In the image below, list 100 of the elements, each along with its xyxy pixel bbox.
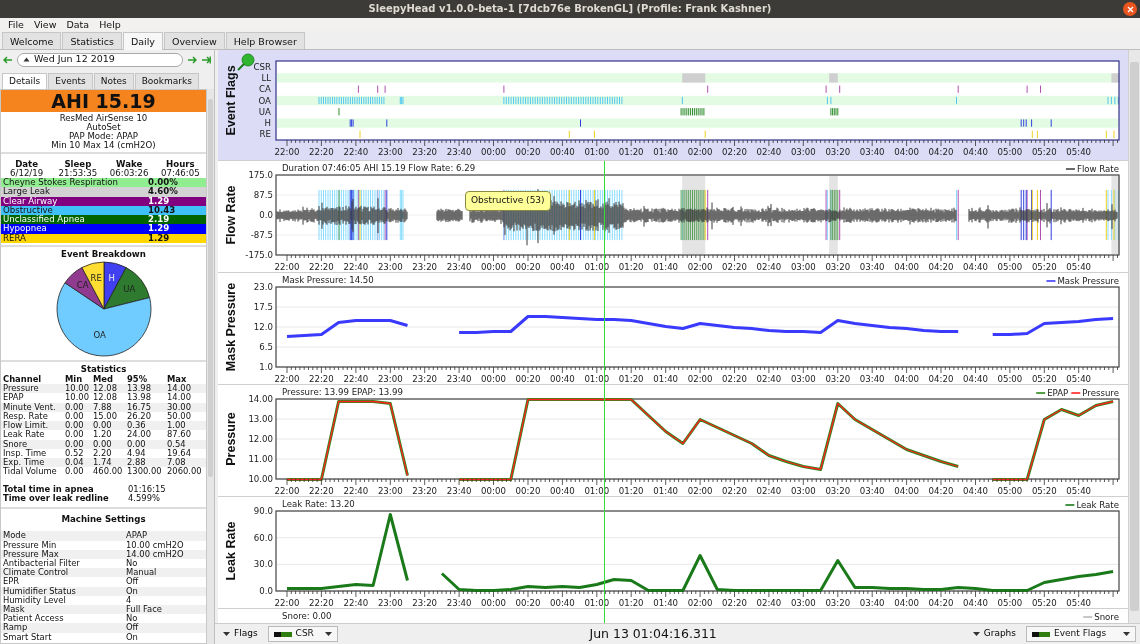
menu-item[interactable]: Data xyxy=(62,18,94,31)
table-cell-text: 16.75 xyxy=(127,402,152,412)
graph-select[interactable]: Event Flags xyxy=(1026,626,1136,642)
axis-label: 05:20 xyxy=(1031,598,1057,608)
menu-item[interactable]: Help xyxy=(95,18,125,31)
axis-label: 01:00 xyxy=(584,147,610,157)
setting-label: Climate Control xyxy=(3,568,70,578)
tab[interactable]: Welcome xyxy=(2,32,62,49)
table-cell-text: Snore xyxy=(3,439,29,449)
cursor-time: Jun 13 01:04:16.311 xyxy=(588,624,718,643)
axis-label: 00:40 xyxy=(550,374,575,384)
setting-label: Humidifier Status xyxy=(3,586,77,596)
axis-label: 01:20 xyxy=(618,147,644,157)
device-info: PAP Mode: APAP xyxy=(67,132,139,141)
table-cell-text: Flow Limit. xyxy=(3,421,50,431)
axis-label: 05:20 xyxy=(1031,374,1057,384)
close-button[interactable] xyxy=(1123,2,1137,16)
menu-item[interactable]: File xyxy=(4,18,28,31)
table-cell-text: 0.00 xyxy=(65,439,85,449)
axis-label: 22:20 xyxy=(309,262,334,272)
tab[interactable]: Details xyxy=(2,73,48,89)
axis-label: 01:20 xyxy=(618,374,644,384)
axis-label: 6.5 xyxy=(259,342,273,352)
tab[interactable]: Statistics xyxy=(62,32,122,49)
legend-label: Pressure xyxy=(1082,388,1119,398)
scrollbar-thumb[interactable] xyxy=(1130,62,1139,611)
setting-label: Smart Start xyxy=(3,632,53,642)
axis-label: 22:40 xyxy=(343,147,369,157)
axis-label: 23:00 xyxy=(377,486,403,496)
index-value: 10.43 xyxy=(148,205,177,215)
graph-title: Pressure xyxy=(224,412,238,466)
axis-label: 00:00 xyxy=(481,598,506,608)
axis-label: 23.0 xyxy=(253,282,273,292)
tab[interactable]: Notes xyxy=(93,73,134,89)
setting-label: Ramp xyxy=(3,623,29,633)
axis-label: 30.0 xyxy=(253,559,273,570)
row-label: LL xyxy=(261,72,271,83)
scrollbar[interactable] xyxy=(207,89,214,644)
axis-label: 23:20 xyxy=(412,262,438,272)
index-label: Cheyne Stokes Respiration xyxy=(3,178,118,188)
table-cell-text: 24.00 xyxy=(127,430,152,440)
tab[interactable]: Events xyxy=(48,73,93,89)
slice-label: CA xyxy=(76,280,88,291)
setting-value: No xyxy=(126,614,138,624)
setting-label: Antibacterial Filter xyxy=(3,558,81,568)
axis-label: 04:20 xyxy=(928,147,954,157)
scrollbar[interactable] xyxy=(1128,50,1140,623)
last-day-icon xyxy=(201,55,211,64)
index-label: Unclassified Apnea xyxy=(3,215,85,225)
legend-label: Snore xyxy=(1094,612,1119,622)
axis-label: 10.00 xyxy=(248,474,273,484)
tab[interactable]: Overview xyxy=(163,32,225,49)
axis-label: 02:40 xyxy=(756,262,782,272)
total-value: 01:16:15 xyxy=(128,485,166,495)
axis-label: 22:00 xyxy=(274,262,300,272)
axis-label: 87.5 xyxy=(253,190,273,200)
axis-label: 12.0 xyxy=(253,322,273,332)
tab[interactable]: Help Browser xyxy=(225,32,305,49)
column-header: Sleep xyxy=(64,160,92,169)
axis-label: 23:40 xyxy=(446,147,472,157)
graph-readout: Mask Pressure: 14.50 xyxy=(282,275,374,285)
axis-label: 04:40 xyxy=(963,486,988,496)
column-header: Min xyxy=(65,375,83,385)
table-cell-text: Leak Rate xyxy=(3,430,46,440)
axis-label: 05:20 xyxy=(1031,262,1057,272)
total-label: Time over leak redline xyxy=(3,494,110,504)
row-label: H xyxy=(264,118,271,129)
flags-button[interactable]: Flags xyxy=(219,626,262,642)
graphs-button[interactable]: Graphs xyxy=(968,626,1020,642)
graph-title: Event Flags xyxy=(224,65,238,136)
slice-label: H xyxy=(108,273,115,284)
table-cell-text: 10.00 xyxy=(65,384,90,394)
graph-readout: Duration 07:46:05 AHI 15.19 Flow Rate: 6.29 xyxy=(282,163,476,173)
flag-select[interactable]: CSR xyxy=(267,626,338,642)
graph-readout: Leak Rate: 13.20 xyxy=(282,499,355,509)
table-cell-text: Tidal Volume xyxy=(3,467,58,477)
scrollbar-thumb[interactable] xyxy=(208,99,213,477)
graph-title: Mask Pressure xyxy=(224,282,238,372)
setting-label: Mask xyxy=(3,604,25,614)
table-cell-text: 6/12/19 xyxy=(9,169,45,178)
tab[interactable]: Bookmarks xyxy=(134,73,199,89)
axis-label: 03:40 xyxy=(859,374,885,384)
axis-label: 00:00 xyxy=(481,147,506,157)
index-label: Obstructive xyxy=(3,205,53,215)
graph-title: Flow Rate xyxy=(224,185,238,245)
axis-label: 22:40 xyxy=(343,374,369,384)
section-title: Machine Settings xyxy=(60,514,147,526)
axis-label: 0.0 xyxy=(259,586,273,596)
ahi-banner: AHI 15.19 xyxy=(1,90,206,112)
index-value: 0.00% xyxy=(148,178,179,187)
axis-label: 05:20 xyxy=(1031,486,1057,496)
table-cell-text: 30.00 xyxy=(167,402,192,412)
date-field[interactable]: Wed Jun 12 2019 xyxy=(17,52,183,67)
axis-label: 01:40 xyxy=(653,262,679,272)
setting-label: Mode xyxy=(3,531,27,541)
axis-label: 05:00 xyxy=(997,262,1023,272)
axis-label: 05:40 xyxy=(1066,147,1092,157)
axis-label: 01:20 xyxy=(618,598,644,608)
graph-title: Leak Rate xyxy=(224,521,238,581)
menu-item[interactable]: View xyxy=(29,18,61,31)
